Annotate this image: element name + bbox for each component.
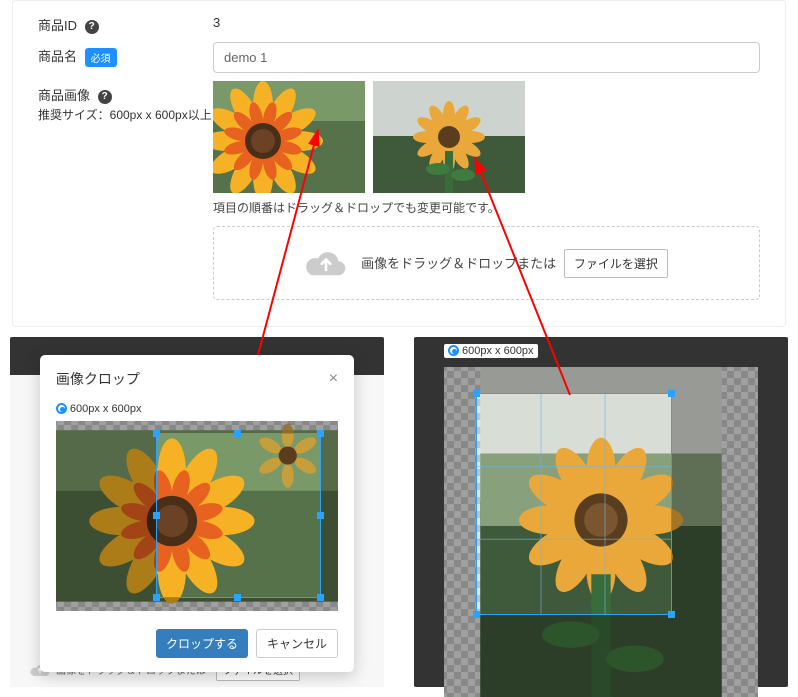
crop-button[interactable]: クロップする (156, 629, 248, 658)
required-badge: 必須 (85, 48, 117, 67)
close-icon[interactable]: × (329, 370, 338, 388)
crop-canvas[interactable] (444, 367, 758, 697)
crop-panel-left: 画像クロップ × 600px x 600px (10, 337, 384, 687)
crop-size-radio[interactable]: 600px x 600px (444, 341, 758, 361)
crop-size-label: 600px x 600px (462, 345, 534, 357)
label-product-id: 商品ID ? (38, 11, 213, 34)
file-select-button[interactable]: ファイルを選択 (564, 249, 668, 278)
crop-size-radio[interactable]: 600px x 600px (56, 403, 338, 415)
crop-grid (477, 394, 671, 614)
radio-icon (56, 403, 67, 414)
row-product-name: 商品名 必須 (38, 42, 760, 73)
sunflower-icon (373, 81, 525, 193)
crop-modal: 画像クロップ × 600px x 600px (40, 355, 354, 672)
upload-dropzone[interactable]: 画像をドラッグ＆ドロップまたは ファイルを選択 (213, 226, 760, 300)
help-icon[interactable]: ? (85, 20, 99, 34)
product-name-input[interactable] (213, 42, 760, 73)
recommended-size: 推奨サイズ：600px x 600px以上 (38, 106, 213, 123)
row-product-id: 商品ID ? 3 (38, 11, 760, 34)
crop-size-label: 600px x 600px (70, 403, 142, 415)
thumbnail-image[interactable] (213, 81, 365, 193)
value-product-id: 3 (213, 11, 760, 30)
help-icon[interactable]: ? (98, 90, 112, 104)
thumbnail-image[interactable] (373, 81, 525, 193)
label-product-id-text: 商品ID (38, 18, 77, 33)
image-thumbnails (213, 81, 760, 193)
label-product-image: 商品画像 ? 推奨サイズ：600px x 600px以上 (38, 81, 213, 123)
label-product-name-text: 商品名 (38, 49, 77, 64)
crop-selection[interactable] (156, 433, 321, 598)
product-form: 商品ID ? 3 商品名 必須 商品画像 ? 推奨サイズ：600px x 600… (12, 0, 786, 327)
cloud-upload-icon (305, 247, 347, 279)
cancel-button[interactable]: キャンセル (256, 629, 338, 658)
crop-canvas[interactable] (56, 421, 338, 611)
drag-drop-note: 項目の順番はドラッグ＆ドロップでも変更可能です。 (213, 199, 760, 216)
upload-text: 画像をドラッグ＆ドロップまたは (361, 256, 556, 271)
label-product-name: 商品名 必須 (38, 42, 213, 67)
sunflower-icon (213, 81, 365, 193)
radio-icon (448, 345, 459, 356)
modal-title: 画像クロップ (56, 369, 140, 389)
crop-selection[interactable] (476, 393, 672, 615)
row-product-image: 商品画像 ? 推奨サイズ：600px x 600px以上 (38, 81, 760, 300)
crop-panel-right: 600px x 600px (414, 337, 788, 687)
label-product-image-text: 商品画像 (38, 88, 90, 103)
